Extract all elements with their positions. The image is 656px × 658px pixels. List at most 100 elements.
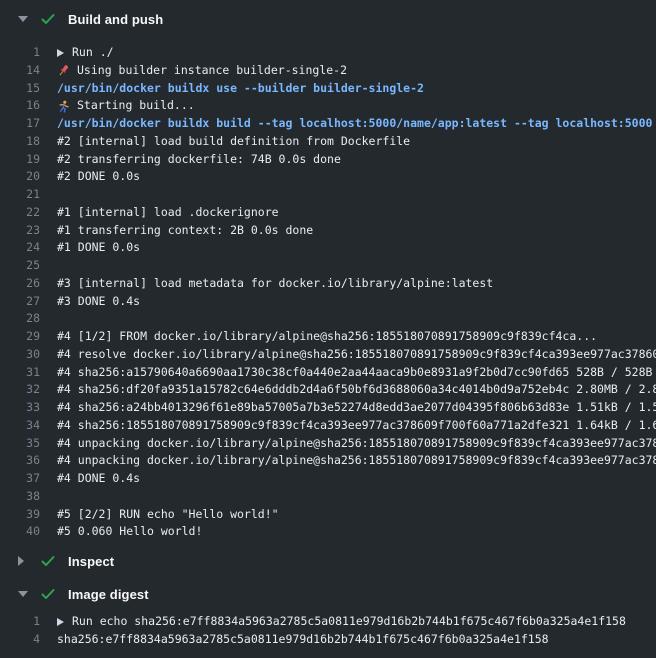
log-line-content: #2 [internal] load build definition from… (57, 133, 410, 151)
line-number[interactable]: 31 (0, 364, 40, 382)
line-number[interactable]: 29 (0, 328, 40, 346)
runner-icon (57, 100, 70, 113)
chevron-right-icon[interactable] (18, 556, 24, 566)
section-inspect: Inspect (0, 550, 656, 572)
line-number[interactable]: 23 (0, 222, 40, 240)
line-number[interactable]: 37 (0, 470, 40, 488)
line-number[interactable]: 17 (0, 115, 40, 133)
log-line[interactable]: 18 #2 [internal] load build definition fr… (0, 133, 656, 151)
log-line[interactable]: 16Starting build... (0, 97, 656, 115)
line-number[interactable]: 32 (0, 381, 40, 399)
line-number[interactable]: 4 (0, 631, 40, 649)
line-number[interactable]: 25 (0, 257, 40, 275)
line-number[interactable]: 22 (0, 204, 40, 222)
log-text: #4 resolve docker.io/library/alpine@sha2… (57, 346, 656, 364)
section-title: Inspect (68, 554, 114, 569)
log-line[interactable]: 27 #3 DONE 0.4s (0, 293, 656, 311)
log-text: /usr/bin/docker buildx build --tag local… (57, 115, 652, 133)
log-text: #2 [internal] load build definition from… (57, 133, 410, 151)
log-line[interactable]: 4 sha256:e7ff8834a5963a2785c5a0811e979d16… (0, 631, 656, 649)
log-line-content: #4 resolve docker.io/library/alpine@sha2… (57, 346, 656, 364)
log-line[interactable]: 19 #2 transferring dockerfile: 74B 0.0s d… (0, 151, 656, 169)
log-line[interactable]: 1 Run echo sha256:e7ff8834a5963a2785c5a08… (0, 613, 656, 631)
log-line[interactable]: 15/usr/bin/docker buildx use --builder b… (0, 80, 656, 98)
log-line[interactable]: 36 #4 unpacking docker.io/library/alpine@… (0, 452, 656, 470)
line-number[interactable]: 1 (0, 613, 40, 631)
log-text: sha256:e7ff8834a5963a2785c5a0811e979d16b… (57, 631, 549, 649)
log-line[interactable]: 39 #5 [2/2] RUN echo "Hello world!" (0, 506, 656, 524)
log-line-content: sha256:e7ff8834a5963a2785c5a0811e979d16b… (57, 631, 549, 649)
log-text: #3 DONE 0.4s (57, 293, 140, 311)
line-number[interactable]: 35 (0, 435, 40, 453)
log-line-content: #5 0.060 Hello world! (57, 523, 202, 541)
log-line[interactable]: 31#4 sha256:a15790640a6690aa1730c38cf0a4… (0, 364, 656, 382)
chevron-down-icon[interactable] (18, 16, 28, 22)
line-number[interactable]: 40 (0, 523, 40, 541)
log-line[interactable]: 40 #5 0.060 Hello world! (0, 523, 656, 541)
line-number[interactable]: 30 (0, 346, 40, 364)
section-build-and-push: Build and push 1 Run ./ 14 Using builder in… (0, 8, 656, 541)
line-number[interactable]: 33 (0, 399, 40, 417)
log-line[interactable]: 21 (0, 186, 656, 204)
check-success-icon (40, 553, 56, 569)
expander-icon[interactable] (57, 618, 64, 626)
log-line[interactable]: 29#4 [1/2] FROM docker.io/library/alpine… (0, 328, 656, 346)
log-text: #1 DONE 0.0s (57, 239, 140, 257)
section-header-inspect[interactable]: Inspect (0, 550, 656, 572)
log-lines-image-digest: 1 Run echo sha256:e7ff8834a5963a2785c5a08… (0, 613, 656, 649)
log-line-content: #1 [internal] load .dockerignore (57, 204, 279, 222)
log-line[interactable]: 32#4 sha256:df20fa9351a15782c64e6dddb2d4… (0, 381, 656, 399)
section-image-digest: Image digest 1 Run echo sha256:e7ff8834a5… (0, 583, 656, 649)
log-line[interactable]: 23#1 transferring context: 2B 0.0s done (0, 222, 656, 240)
chevron-down-icon[interactable] (18, 591, 28, 597)
workflow-log-viewer: Build and push 1Run ./14Using builder in… (0, 0, 656, 658)
log-line[interactable]: 20 #2 DONE 0.0s (0, 168, 656, 186)
log-line[interactable]: 1 Run ./ (0, 44, 656, 62)
line-number[interactable]: 26 (0, 275, 40, 293)
line-number[interactable]: 15 (0, 80, 40, 98)
log-line[interactable]: 24 #1 DONE 0.0s (0, 239, 656, 257)
log-line-content: #5 [2/2] RUN echo "Hello world!" (57, 506, 279, 524)
log-line[interactable]: 14 Using builder instance builder-single-… (0, 62, 656, 80)
log-text: #4 DONE 0.4s (57, 470, 140, 488)
log-line[interactable]: 34 #4 sha256:185518070891758909c9f839cf4c… (0, 417, 656, 435)
log-text: #4 unpacking docker.io/library/alpine@sh… (57, 452, 656, 470)
log-line-content: #2 DONE 0.0s (57, 168, 140, 186)
log-line[interactable]: 30 #4 resolve docker.io/library/alpine@sh… (0, 346, 656, 364)
log-text: Run echo sha256:e7ff8834a5963a2785c5a081… (72, 613, 626, 631)
log-line-content: Using builder instance builder-single-2 (57, 62, 347, 80)
log-text: /usr/bin/docker buildx use --builder bui… (57, 80, 424, 98)
line-number[interactable]: 1 (0, 44, 40, 62)
expander-icon[interactable] (57, 49, 64, 57)
line-number[interactable]: 27 (0, 293, 40, 311)
line-number[interactable]: 21 (0, 186, 40, 204)
line-number[interactable]: 36 (0, 452, 40, 470)
log-text: Run ./ (72, 44, 114, 62)
line-number[interactable]: 16 (0, 97, 40, 115)
line-number[interactable]: 38 (0, 488, 40, 506)
check-success-icon (40, 11, 56, 27)
log-line[interactable]: 25 (0, 257, 656, 275)
line-number[interactable]: 18 (0, 133, 40, 151)
log-line[interactable]: 17/usr/bin/docker buildx build --tag loc… (0, 115, 656, 133)
section-header-image-digest[interactable]: Image digest (0, 583, 656, 605)
log-line-content: #4 unpacking docker.io/library/alpine@sh… (57, 435, 656, 453)
line-number[interactable]: 20 (0, 168, 40, 186)
line-number[interactable]: 39 (0, 506, 40, 524)
log-line[interactable]: 33#4 sha256:a24bb4013296f61e89ba57005a7b… (0, 399, 656, 417)
log-line[interactable]: 26 #3 [internal] load metadata for docker… (0, 275, 656, 293)
log-text: #4 sha256:185518070891758909c9f839cf4ca3… (57, 417, 656, 435)
line-number[interactable]: 24 (0, 239, 40, 257)
line-number[interactable]: 28 (0, 310, 40, 328)
log-line-content: #3 [internal] load metadata for docker.i… (57, 275, 493, 293)
section-header-build-and-push[interactable]: Build and push (0, 8, 656, 30)
log-line[interactable]: 38 (0, 488, 656, 506)
log-line[interactable]: 35 #4 unpacking docker.io/library/alpine@… (0, 435, 656, 453)
log-line[interactable]: 37 #4 DONE 0.4s (0, 470, 656, 488)
line-number[interactable]: 14 (0, 62, 40, 80)
log-line[interactable]: 28 (0, 310, 656, 328)
line-number[interactable]: 34 (0, 417, 40, 435)
line-number[interactable]: 19 (0, 151, 40, 169)
log-line[interactable]: 22 #1 [internal] load .dockerignore (0, 204, 656, 222)
log-text: #2 transferring dockerfile: 74B 0.0s don… (57, 151, 341, 169)
